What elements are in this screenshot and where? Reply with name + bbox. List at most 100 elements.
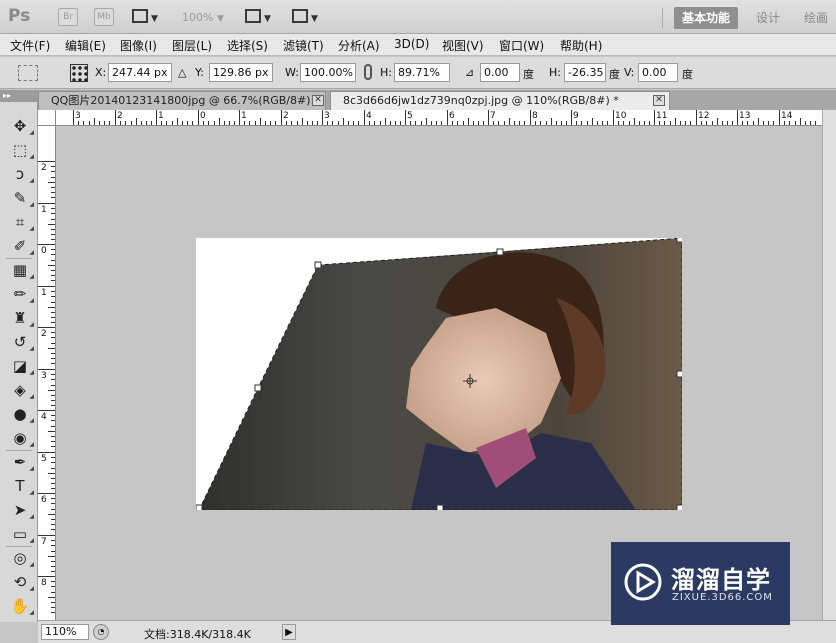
vertical-skew-field[interactable]: 0.00 <box>638 63 678 82</box>
ruler-minor-tick <box>810 121 811 125</box>
vertical-scrollbar[interactable] <box>822 110 836 620</box>
menu-filter[interactable]: 滤镜(T) <box>283 37 324 54</box>
eyedropper-tool-icon[interactable]: ✐ ◢ <box>9 236 34 256</box>
ruler-major-tick <box>322 110 323 125</box>
ruler-minor-tick <box>51 249 55 250</box>
mini-bridge-button[interactable]: Mb <box>94 8 114 26</box>
ruler-tick-label: 7 <box>490 111 496 121</box>
ruler-tick-label: 2 <box>283 111 289 121</box>
3d-orbit-tool-icon[interactable]: ⟲ ◢ <box>9 572 34 592</box>
maintain-aspect-link-icon[interactable] <box>364 64 372 80</box>
screen-mode-button[interactable]: ▼ <box>292 9 318 25</box>
tool-preset-icon[interactable] <box>18 65 38 81</box>
ruler-minor-tick <box>51 524 55 525</box>
hand-tool-icon[interactable]: ✋ ◢ <box>9 596 34 616</box>
tab-document-2[interactable]: 8c3d66d6jw1dz739nq0zpj.jpg @ 110%(RGB/8#… <box>330 91 670 110</box>
width-field[interactable]: 100.00% <box>300 63 356 82</box>
view-extras-button[interactable]: ▼ <box>132 9 158 25</box>
tool-divider <box>6 258 32 259</box>
toolbar-collapse-handle[interactable]: ▸▸ <box>0 90 38 102</box>
options-bar: X: 247.44 px △ Y: 129.86 px W: 100.00% H… <box>0 57 836 89</box>
healing-brush-tool-icon[interactable]: ▦ ◢ <box>9 260 34 280</box>
ruler-minor-tick <box>644 121 645 125</box>
ruler-minor-tick <box>51 177 55 178</box>
ruler-minor-tick <box>51 275 55 276</box>
workspace-essentials-button[interactable]: 基本功能 <box>674 7 739 29</box>
document-canvas[interactable] <box>196 238 682 510</box>
ruler-major-tick <box>38 576 55 577</box>
marquee-tool-icon[interactable]: ⬚ ◢ <box>9 140 34 160</box>
menu-analysis[interactable]: 分析(A) <box>338 37 380 54</box>
menu-image[interactable]: 图像(I) <box>120 37 157 54</box>
ruler-minor-tick <box>795 121 796 125</box>
vertical-ruler[interactable]: 2 1 0 1 2 3 4 5 6 7 8 <box>38 126 56 620</box>
ruler-minor-tick <box>51 426 55 427</box>
height-field[interactable]: 89.71% <box>394 63 450 82</box>
arrange-documents-button[interactable]: ▼ <box>245 9 271 25</box>
ruler-minor-tick <box>51 420 55 421</box>
horizontal-skew-field[interactable]: -26.35 <box>564 63 606 82</box>
blur-tool-icon[interactable]: ● ◢ <box>9 404 34 424</box>
ruler-minor-tick <box>51 213 55 214</box>
view-extras-icon <box>132 9 148 23</box>
rotation-field[interactable]: 0.00 <box>480 63 520 82</box>
quick-selection-tool-icon[interactable]: ✎ ◢ <box>9 188 34 208</box>
ruler-minor-tick <box>504 121 505 125</box>
dodge-tool-icon[interactable]: ◉ ◢ <box>9 428 34 448</box>
application-bar: Ps Br Mb ▼ 100% ▼ ▼ ▼ 基本功能 设计 绘画 <box>0 0 836 34</box>
menu-file[interactable]: 文件(F) <box>10 37 50 54</box>
reference-point-icon[interactable] <box>70 64 88 82</box>
path-selection-tool-icon[interactable]: ➤ ◢ <box>9 500 34 520</box>
type-tool-icon[interactable]: T ◢ <box>9 476 34 496</box>
ruler-minor-tick <box>249 121 250 125</box>
workspace-design-button[interactable]: 设计 <box>748 7 788 29</box>
ruler-major-tick <box>779 110 780 125</box>
close-icon[interactable]: ✕ <box>653 95 665 106</box>
eraser-tool-icon[interactable]: ◪ ◢ <box>9 356 34 376</box>
ruler-minor-tick <box>78 121 79 125</box>
3d-rotate-tool-icon[interactable]: ◎ ◢ <box>9 548 34 568</box>
ruler-minor-tick <box>265 121 266 125</box>
status-menu-arrow-icon[interactable]: ▶ <box>282 624 296 640</box>
watermark-title: 溜溜自学 <box>671 566 771 594</box>
ruler-minor-tick <box>436 121 437 125</box>
lasso-tool-icon[interactable]: ↄ ◢ <box>9 164 34 184</box>
rotate-angle-icon: ⊿ <box>465 66 475 79</box>
zoom-level-select[interactable]: 100% ▼ <box>182 11 224 24</box>
ruler-minor-tick <box>48 473 55 474</box>
ruler-tick-label: 7 <box>41 537 47 547</box>
status-options-icon[interactable]: ◔ <box>93 624 109 640</box>
shape-tool-icon[interactable]: ▭ ◢ <box>9 524 34 544</box>
transformed-image-layer[interactable] <box>196 238 682 510</box>
crop-tool-icon[interactable]: ⌗ ◢ <box>9 212 34 232</box>
x-position-field[interactable]: 247.44 px <box>108 63 172 82</box>
paint-bucket-tool-icon[interactable]: ◈ ◢ <box>9 380 34 400</box>
brush-tool-icon[interactable]: ✏ ◢ <box>9 284 34 304</box>
close-icon[interactable]: ✕ <box>312 95 324 106</box>
menu-help[interactable]: 帮助(H) <box>560 37 602 54</box>
workspace-painting-button[interactable]: 绘画 <box>796 7 836 29</box>
ruler-minor-tick <box>203 121 204 125</box>
bridge-button[interactable]: Br <box>58 8 78 26</box>
tab-document-1[interactable]: QQ图片20140123141800jpg @ 66.7%(RGB/8#) ✕ <box>38 91 326 110</box>
menu-edit[interactable]: 编辑(E) <box>65 37 106 54</box>
ruler-tick-label: 9 <box>573 111 579 121</box>
menu-layer[interactable]: 图层(L) <box>172 37 212 54</box>
w-label: W: <box>285 66 299 79</box>
menu-select[interactable]: 选择(S) <box>227 37 268 54</box>
ruler-minor-tick <box>498 121 499 125</box>
menu-window[interactable]: 窗口(W) <box>499 37 544 54</box>
menu-3d[interactable]: 3D(D) <box>394 37 429 51</box>
y-position-field[interactable]: 129.86 px <box>209 63 273 82</box>
menu-view[interactable]: 视图(V) <box>442 37 484 54</box>
ruler-minor-tick <box>51 296 55 297</box>
horizontal-ruler[interactable]: 3 2 1 0 1 2 3 4 5 6 7 8 9 10 11 12 13 14 <box>56 110 822 126</box>
ruler-minor-tick <box>338 121 339 125</box>
ruler-origin[interactable] <box>38 110 56 126</box>
clone-stamp-tool-icon[interactable]: ♜ ◢ <box>9 308 34 328</box>
history-brush-tool-icon[interactable]: ↺ ◢ <box>9 332 34 352</box>
hskew-unit: 度 <box>609 68 620 81</box>
status-zoom-field[interactable]: 110% <box>41 624 89 640</box>
move-tool-icon[interactable]: ✥ ◢ <box>9 116 34 136</box>
pen-tool-icon[interactable]: ✒ ◢ <box>9 452 34 472</box>
